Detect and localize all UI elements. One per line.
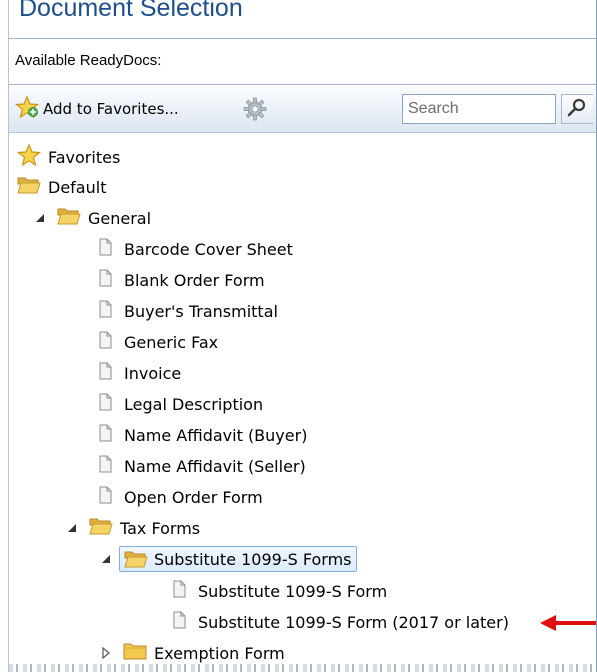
chevron-expanded-icon[interactable] xyxy=(101,554,113,564)
add-to-favorites-label: Add to Favorites... xyxy=(43,100,179,118)
tree-item-label: Blank Order Form xyxy=(124,270,265,290)
document-icon xyxy=(97,362,113,384)
toolbar: Add to Favorites... xyxy=(9,86,596,133)
document-icon xyxy=(97,269,113,291)
chevron-expanded-icon[interactable] xyxy=(67,523,79,533)
tree-item-document[interactable]: Name Affidavit (Buyer) xyxy=(97,420,312,450)
document-icon xyxy=(171,580,187,602)
search-box xyxy=(402,94,556,124)
search-icon xyxy=(562,98,592,123)
tree-item-label: Substitute 1099-S Form (2017 or later) xyxy=(198,612,509,632)
document-icon xyxy=(97,424,113,446)
tree-item-document[interactable]: Barcode Cover Sheet xyxy=(97,234,298,264)
tree-item-label: Substitute 1099-S Form xyxy=(198,581,388,601)
document-selection-panel: Document Selection Available ReadyDocs: … xyxy=(8,0,597,672)
star-add-icon xyxy=(14,95,40,122)
tree-item-document[interactable]: Generic Fax xyxy=(97,327,223,357)
tree-item-label: Substitute 1099-S Forms xyxy=(154,549,352,569)
document-icon xyxy=(97,486,113,508)
panel-title: Document Selection xyxy=(19,0,243,22)
document-icon xyxy=(171,611,187,633)
tree-item-document[interactable]: Name Affidavit (Seller) xyxy=(97,451,311,481)
tree-item-document[interactable]: Substitute 1099-S Form (2017 or later) xyxy=(171,607,514,637)
tree-item-favorites[interactable]: Favorites xyxy=(16,142,125,172)
add-to-favorites-button[interactable]: Add to Favorites... xyxy=(14,95,179,122)
tree-item-tax-forms[interactable]: Tax Forms xyxy=(67,513,205,543)
tree-item-document[interactable]: Legal Description xyxy=(97,389,268,419)
search-button[interactable] xyxy=(561,94,593,124)
tree-item-label: Name Affidavit (Buyer) xyxy=(124,425,308,445)
truncated-row-strip xyxy=(9,664,596,672)
tree-item-document[interactable]: Buyer's Transmittal xyxy=(97,296,283,326)
tree-item-label: Tax Forms xyxy=(120,518,201,538)
document-icon xyxy=(97,455,113,477)
tree-item-label: Exemption Form xyxy=(154,643,285,663)
star-icon xyxy=(16,143,42,170)
available-readydocs-label: Available ReadyDocs: xyxy=(15,52,162,69)
gear-icon[interactable] xyxy=(243,97,267,125)
tree-item-label: General xyxy=(88,208,152,228)
folder-open-icon xyxy=(57,206,81,230)
tree-item-document[interactable]: Open Order Form xyxy=(97,482,268,512)
folder-open-icon xyxy=(17,175,41,199)
tree-item-selected: Substitute 1099-S Forms xyxy=(119,546,357,572)
tree-item-label: Buyer's Transmittal xyxy=(124,301,278,321)
tree-item-label: Default xyxy=(48,177,107,197)
chevron-collapsed-icon[interactable] xyxy=(101,647,113,659)
document-icon xyxy=(97,238,113,260)
divider xyxy=(9,38,596,39)
chevron-expanded-icon[interactable] xyxy=(35,213,47,223)
tree-item-label: Open Order Form xyxy=(124,487,263,507)
tree-item-document[interactable]: Substitute 1099-S Form xyxy=(171,576,392,606)
tree-item-general[interactable]: General xyxy=(35,203,156,233)
document-icon xyxy=(97,331,113,353)
divider xyxy=(9,84,596,85)
tree-item-default[interactable]: Default xyxy=(17,172,111,202)
annotation-arrow-icon xyxy=(540,615,596,631)
search-input[interactable] xyxy=(408,96,548,122)
tree-item-label: Barcode Cover Sheet xyxy=(124,239,293,259)
tree-item-label: Generic Fax xyxy=(124,332,219,352)
folder-icon xyxy=(123,641,147,665)
tree-item-label: Legal Description xyxy=(124,394,264,414)
tree-item-label: Favorites xyxy=(48,147,121,167)
tree-item-substitute-1099s-forms[interactable]: Substitute 1099-S Forms xyxy=(101,544,357,574)
tree-item-label: Name Affidavit (Seller) xyxy=(124,456,306,476)
tree-item-label: Invoice xyxy=(124,363,182,383)
tree-item-document[interactable]: Blank Order Form xyxy=(97,265,270,295)
document-icon xyxy=(97,300,113,322)
document-icon xyxy=(97,393,113,415)
tree-item-document[interactable]: Invoice xyxy=(97,358,186,388)
folder-open-icon xyxy=(89,516,113,540)
folder-open-icon xyxy=(124,549,148,569)
